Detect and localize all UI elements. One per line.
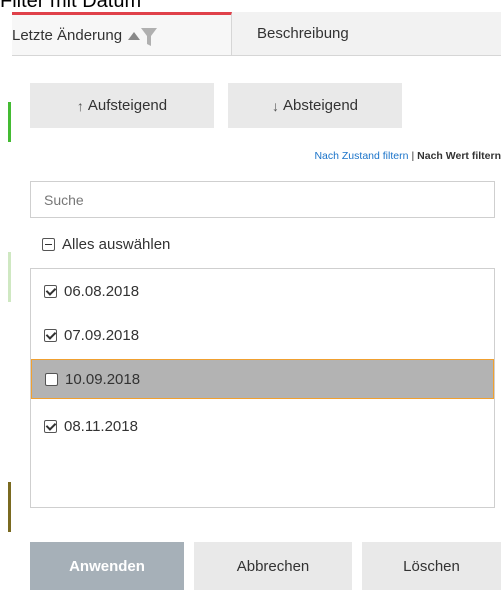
row-status-strip [0, 12, 12, 599]
list-item-label: 07.09.2018 [64, 326, 140, 344]
checkbox-checked-icon[interactable] [44, 419, 57, 433]
filter-mode-switch: Nach Zustand filtern | Nach Wert filtern [314, 150, 501, 162]
checkbox-checked-icon[interactable] [44, 328, 57, 342]
filter-icon[interactable] [141, 28, 158, 46]
row-marker-olive [8, 482, 11, 532]
filter-by-value-tab[interactable]: Nach Wert filtern [417, 150, 501, 162]
column-header-last-change[interactable]: Letzte Änderung [0, 12, 232, 55]
column-header-label: Letzte Änderung [12, 26, 123, 44]
checkbox-partial-icon[interactable] [42, 238, 55, 251]
table-header-row: Letzte Änderung Beschreibung [0, 12, 501, 56]
checkbox-unchecked-icon[interactable] [45, 372, 58, 386]
apply-button[interactable]: Anwenden [30, 542, 184, 590]
list-item-label: 06.08.2018 [64, 282, 140, 300]
cancel-button[interactable]: Abbrechen [194, 542, 352, 590]
list-item[interactable]: 07.09.2018 [31, 315, 494, 355]
page-title: Filter mit Datum [0, 0, 142, 12]
checkbox-checked-icon[interactable] [44, 284, 57, 298]
row-marker-green [8, 102, 11, 142]
select-all-checkbox[interactable]: Alles auswählen [42, 236, 170, 253]
filter-panel: ↑ Aufsteigend ↓ Absteigend Nach Zustand … [12, 56, 501, 599]
sort-ascending-icon[interactable] [128, 31, 141, 40]
arrow-up-icon: ↑ [76, 97, 84, 114]
column-header-label: Beschreibung [257, 25, 349, 42]
list-item[interactable]: 10.09.2018 [31, 359, 494, 399]
row-marker-light-green [8, 252, 11, 302]
sort-descending-label: Absteigend [282, 97, 359, 114]
value-list: 06.08.2018 07.09.2018 10.09.2018 08.11.2… [30, 268, 495, 508]
list-item[interactable]: 06.08.2018 [31, 271, 494, 311]
sort-ascending-label: Aufsteigend [87, 97, 168, 114]
list-item[interactable]: 08.11.2018 [31, 406, 494, 446]
search-input[interactable] [30, 181, 495, 218]
filter-mode-separator: | [411, 150, 415, 162]
sort-descending-button[interactable]: ↓ Absteigend [228, 83, 402, 128]
sort-ascending-button[interactable]: ↑ Aufsteigend [30, 83, 214, 128]
arrow-down-icon: ↓ [271, 97, 279, 114]
filter-by-state-link[interactable]: Nach Zustand filtern [314, 150, 408, 162]
column-header-description[interactable]: Beschreibung [233, 12, 501, 55]
list-item-label: 08.11.2018 [64, 417, 138, 435]
list-item-label: 10.09.2018 [65, 370, 141, 388]
select-all-label: Alles auswählen [62, 236, 171, 253]
clear-button[interactable]: Löschen [362, 542, 501, 590]
